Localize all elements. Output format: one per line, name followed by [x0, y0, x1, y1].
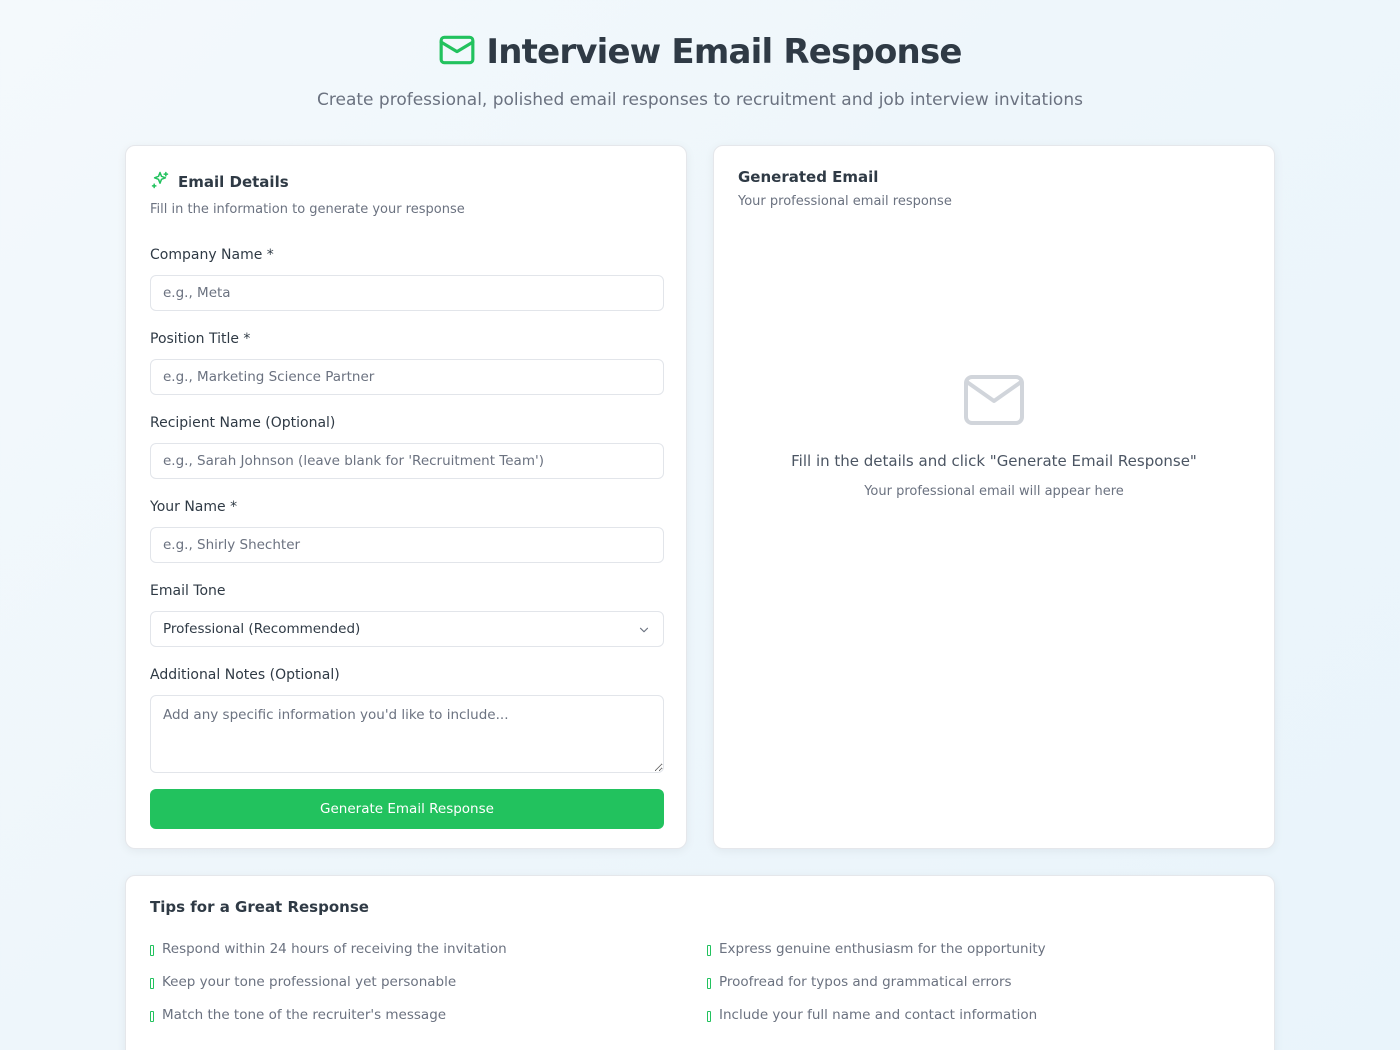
email-tone-select[interactable]: Professional (Recommended) [150, 611, 664, 647]
chevron-down-icon [637, 623, 651, 637]
generated-email-description: Your professional email response [738, 194, 952, 209]
additional-notes-textarea[interactable] [150, 695, 664, 773]
generate-email-button[interactable]: Generate Email Response [150, 789, 664, 829]
tip-text: Respond within 24 hours of receiving the… [162, 941, 507, 957]
tip-bullet-icon [150, 978, 154, 989]
tip-bullet-icon [150, 945, 154, 956]
your-name-input[interactable] [150, 527, 664, 563]
generated-email-title: Generated Email [738, 168, 879, 186]
tip-bullet-icon [150, 1011, 154, 1022]
sparkles-icon [150, 170, 170, 194]
additional-notes-label: Additional Notes (Optional) [150, 667, 340, 683]
position-title-label: Position Title * [150, 331, 251, 347]
tip-item: Include your full name and contact infor… [707, 1007, 1264, 1023]
empty-state: Fill in the details and click "Generate … [714, 374, 1274, 499]
email-tone-label: Email Tone [150, 583, 226, 599]
tip-item: Keep your tone professional yet personab… [150, 974, 707, 990]
tip-text: Express genuine enthusiasm for the oppor… [719, 941, 1046, 957]
email-tone-selected: Professional (Recommended) [163, 621, 361, 637]
page-title: Interview Email Response [486, 32, 962, 72]
empty-state-subtext: Your professional email will appear here [864, 484, 1124, 499]
tip-text: Proofread for typos and grammatical erro… [719, 974, 1012, 990]
email-details-title: Email Details [178, 173, 289, 191]
tip-bullet-icon [707, 978, 711, 989]
tip-text: Match the tone of the recruiter's messag… [162, 1007, 447, 1023]
tip-bullet-icon [707, 1011, 711, 1022]
tip-text: Include your full name and contact infor… [719, 1007, 1038, 1023]
position-title-input[interactable] [150, 359, 664, 395]
company-name-input[interactable] [150, 275, 664, 311]
tip-item: Respond within 24 hours of receiving the… [150, 941, 707, 957]
tips-list: Respond within 24 hours of receiving the… [150, 941, 1250, 1023]
generated-email-card: Generated Email Your professional email … [713, 145, 1275, 849]
tips-title: Tips for a Great Response [150, 898, 369, 916]
empty-state-message: Fill in the details and click "Generate … [791, 452, 1197, 470]
page-header: Interview Email Response Create professi… [0, 30, 1400, 110]
company-name-label: Company Name * [150, 247, 274, 263]
tip-text: Keep your tone professional yet personab… [162, 974, 457, 990]
tips-card: Tips for a Great Response Respond within… [125, 875, 1275, 1050]
tip-item: Proofread for typos and grammatical erro… [707, 974, 1264, 990]
tip-item: Express genuine enthusiasm for the oppor… [707, 941, 1264, 957]
your-name-label: Your Name * [150, 499, 238, 515]
recipient-name-input[interactable] [150, 443, 664, 479]
title-row: Interview Email Response [0, 30, 1400, 74]
tip-bullet-icon [707, 945, 711, 956]
email-details-header: Email Details [150, 170, 662, 194]
tip-item: Match the tone of the recruiter's messag… [150, 1007, 707, 1023]
recipient-name-label: Recipient Name (Optional) [150, 415, 336, 431]
mail-icon [963, 375, 1025, 430]
mail-icon [438, 31, 476, 73]
email-details-card: Email Details Fill in the information to… [125, 145, 687, 849]
page-subtitle: Create professional, polished email resp… [317, 90, 1083, 110]
email-details-description: Fill in the information to generate your… [150, 202, 465, 217]
